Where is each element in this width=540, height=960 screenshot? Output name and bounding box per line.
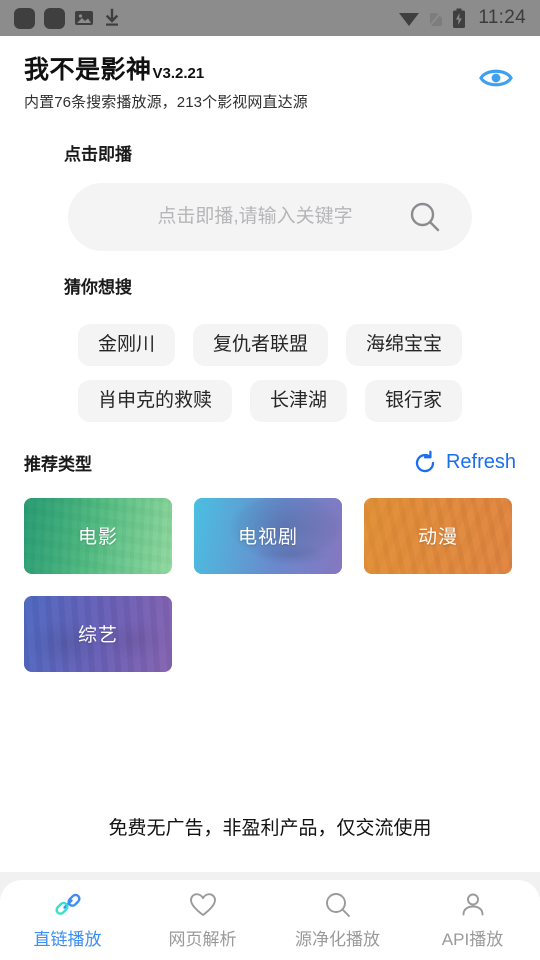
status-bar-clock: 11:24	[478, 7, 526, 28]
battery-charging-icon	[453, 8, 466, 28]
recommend-header: 推荐类型 Refresh	[24, 450, 516, 476]
guess-tag[interactable]: 肖申克的救赎	[77, 379, 232, 422]
app-square-icon	[14, 7, 35, 29]
app-square-icon	[44, 7, 65, 29]
nav-item-web-parse[interactable]: 网页解析	[135, 891, 270, 950]
category-card-label: 综艺	[77, 625, 118, 647]
instant-play-title: 点击即播	[64, 145, 132, 164]
bottom-nav-wrapper: 直链播放 网页解析 源净化播放 API播放	[0, 872, 540, 960]
refresh-label: Refresh	[445, 451, 516, 474]
guess-tag[interactable]: 海绵宝宝	[346, 324, 463, 366]
nav-item-api-play[interactable]: API播放	[405, 891, 540, 950]
image-icon	[75, 11, 93, 25]
bottom-nav: 直链播放 网页解析 源净化播放 API播放	[0, 880, 540, 960]
guess-tag[interactable]: 复仇者联盟	[192, 324, 328, 366]
eye-button[interactable]	[476, 58, 516, 98]
app-title-row: 我不是影神 V3.2.21	[24, 50, 476, 86]
guess-search-title: 猜你想搜	[64, 278, 132, 297]
app-subtitle: 内置76条搜索播放源，213个影视网直达源	[24, 94, 308, 111]
refresh-button[interactable]: Refresh	[412, 450, 516, 476]
nav-item-source-clean-play[interactable]: 源净化播放	[270, 891, 405, 950]
recommend-section: 推荐类型 Refresh 电影 电视剧 动漫 综艺	[0, 422, 540, 672]
status-bar: 11:24	[0, 0, 540, 36]
download-icon	[105, 8, 119, 26]
heart-icon	[189, 891, 217, 919]
guess-search-section: 猜你想搜 金刚川 复仇者联盟 海绵宝宝 肖申克的救赎 长津湖 银行家	[0, 251, 540, 422]
category-card-tv[interactable]: 电视剧	[194, 497, 342, 574]
instant-play-section: 点击即播	[0, 118, 540, 251]
category-card-label: 电视剧	[237, 527, 298, 549]
category-card-list: 电影 电视剧 动漫 综艺	[24, 497, 516, 672]
guess-tag-list: 金刚川 复仇者联盟 海绵宝宝 肖申克的救赎 长津湖 银行家	[24, 324, 516, 422]
app-header: 我不是影神 V3.2.21 内置76条搜索播放源，213个影视网直达源	[0, 36, 540, 118]
footer-note: 免费无广告，非盈利产品，仅交流使用	[108, 818, 432, 839]
nav-label: 网页解析	[168, 929, 237, 949]
nav-label: 直链播放	[33, 929, 102, 949]
search-icon	[324, 891, 352, 919]
wifi-icon	[399, 13, 420, 26]
guess-tag[interactable]: 银行家	[365, 379, 463, 422]
category-card-variety[interactable]: 综艺	[24, 595, 172, 672]
guess-tag[interactable]: 长津湖	[249, 379, 347, 422]
search-input[interactable]	[108, 206, 402, 228]
person-icon	[459, 891, 487, 919]
nav-label: 源净化播放	[295, 929, 380, 949]
page-title: 我不是影神	[24, 56, 152, 84]
search-icon[interactable]	[408, 200, 442, 234]
category-card-label: 动漫	[417, 527, 458, 549]
app-header-text: 我不是影神 V3.2.21 内置76条搜索播放源，213个影视网直达源	[24, 50, 476, 112]
nav-item-direct-play[interactable]: 直链播放	[0, 891, 135, 950]
guess-tag[interactable]: 金刚川	[77, 324, 175, 366]
search-box[interactable]	[68, 183, 472, 251]
app-screen: 11:24 我不是影神 V3.2.21 内置76条搜索播放源，213个影视网直达…	[0, 0, 540, 960]
category-card-label: 电影	[77, 527, 118, 549]
no-sim-icon	[428, 9, 445, 28]
app-version: V3.2.21	[152, 65, 205, 82]
refresh-icon	[415, 450, 435, 472]
category-card-anime[interactable]: 动漫	[364, 497, 512, 574]
category-card-movie[interactable]: 电影	[24, 497, 172, 574]
recommend-title: 推荐类型	[24, 455, 92, 475]
nav-label: API播放	[441, 929, 504, 949]
status-bar-right-icons: 11:24	[398, 7, 526, 29]
eye-icon	[479, 69, 513, 87]
link-icon	[53, 891, 83, 919]
status-bar-left-icons	[14, 7, 121, 29]
